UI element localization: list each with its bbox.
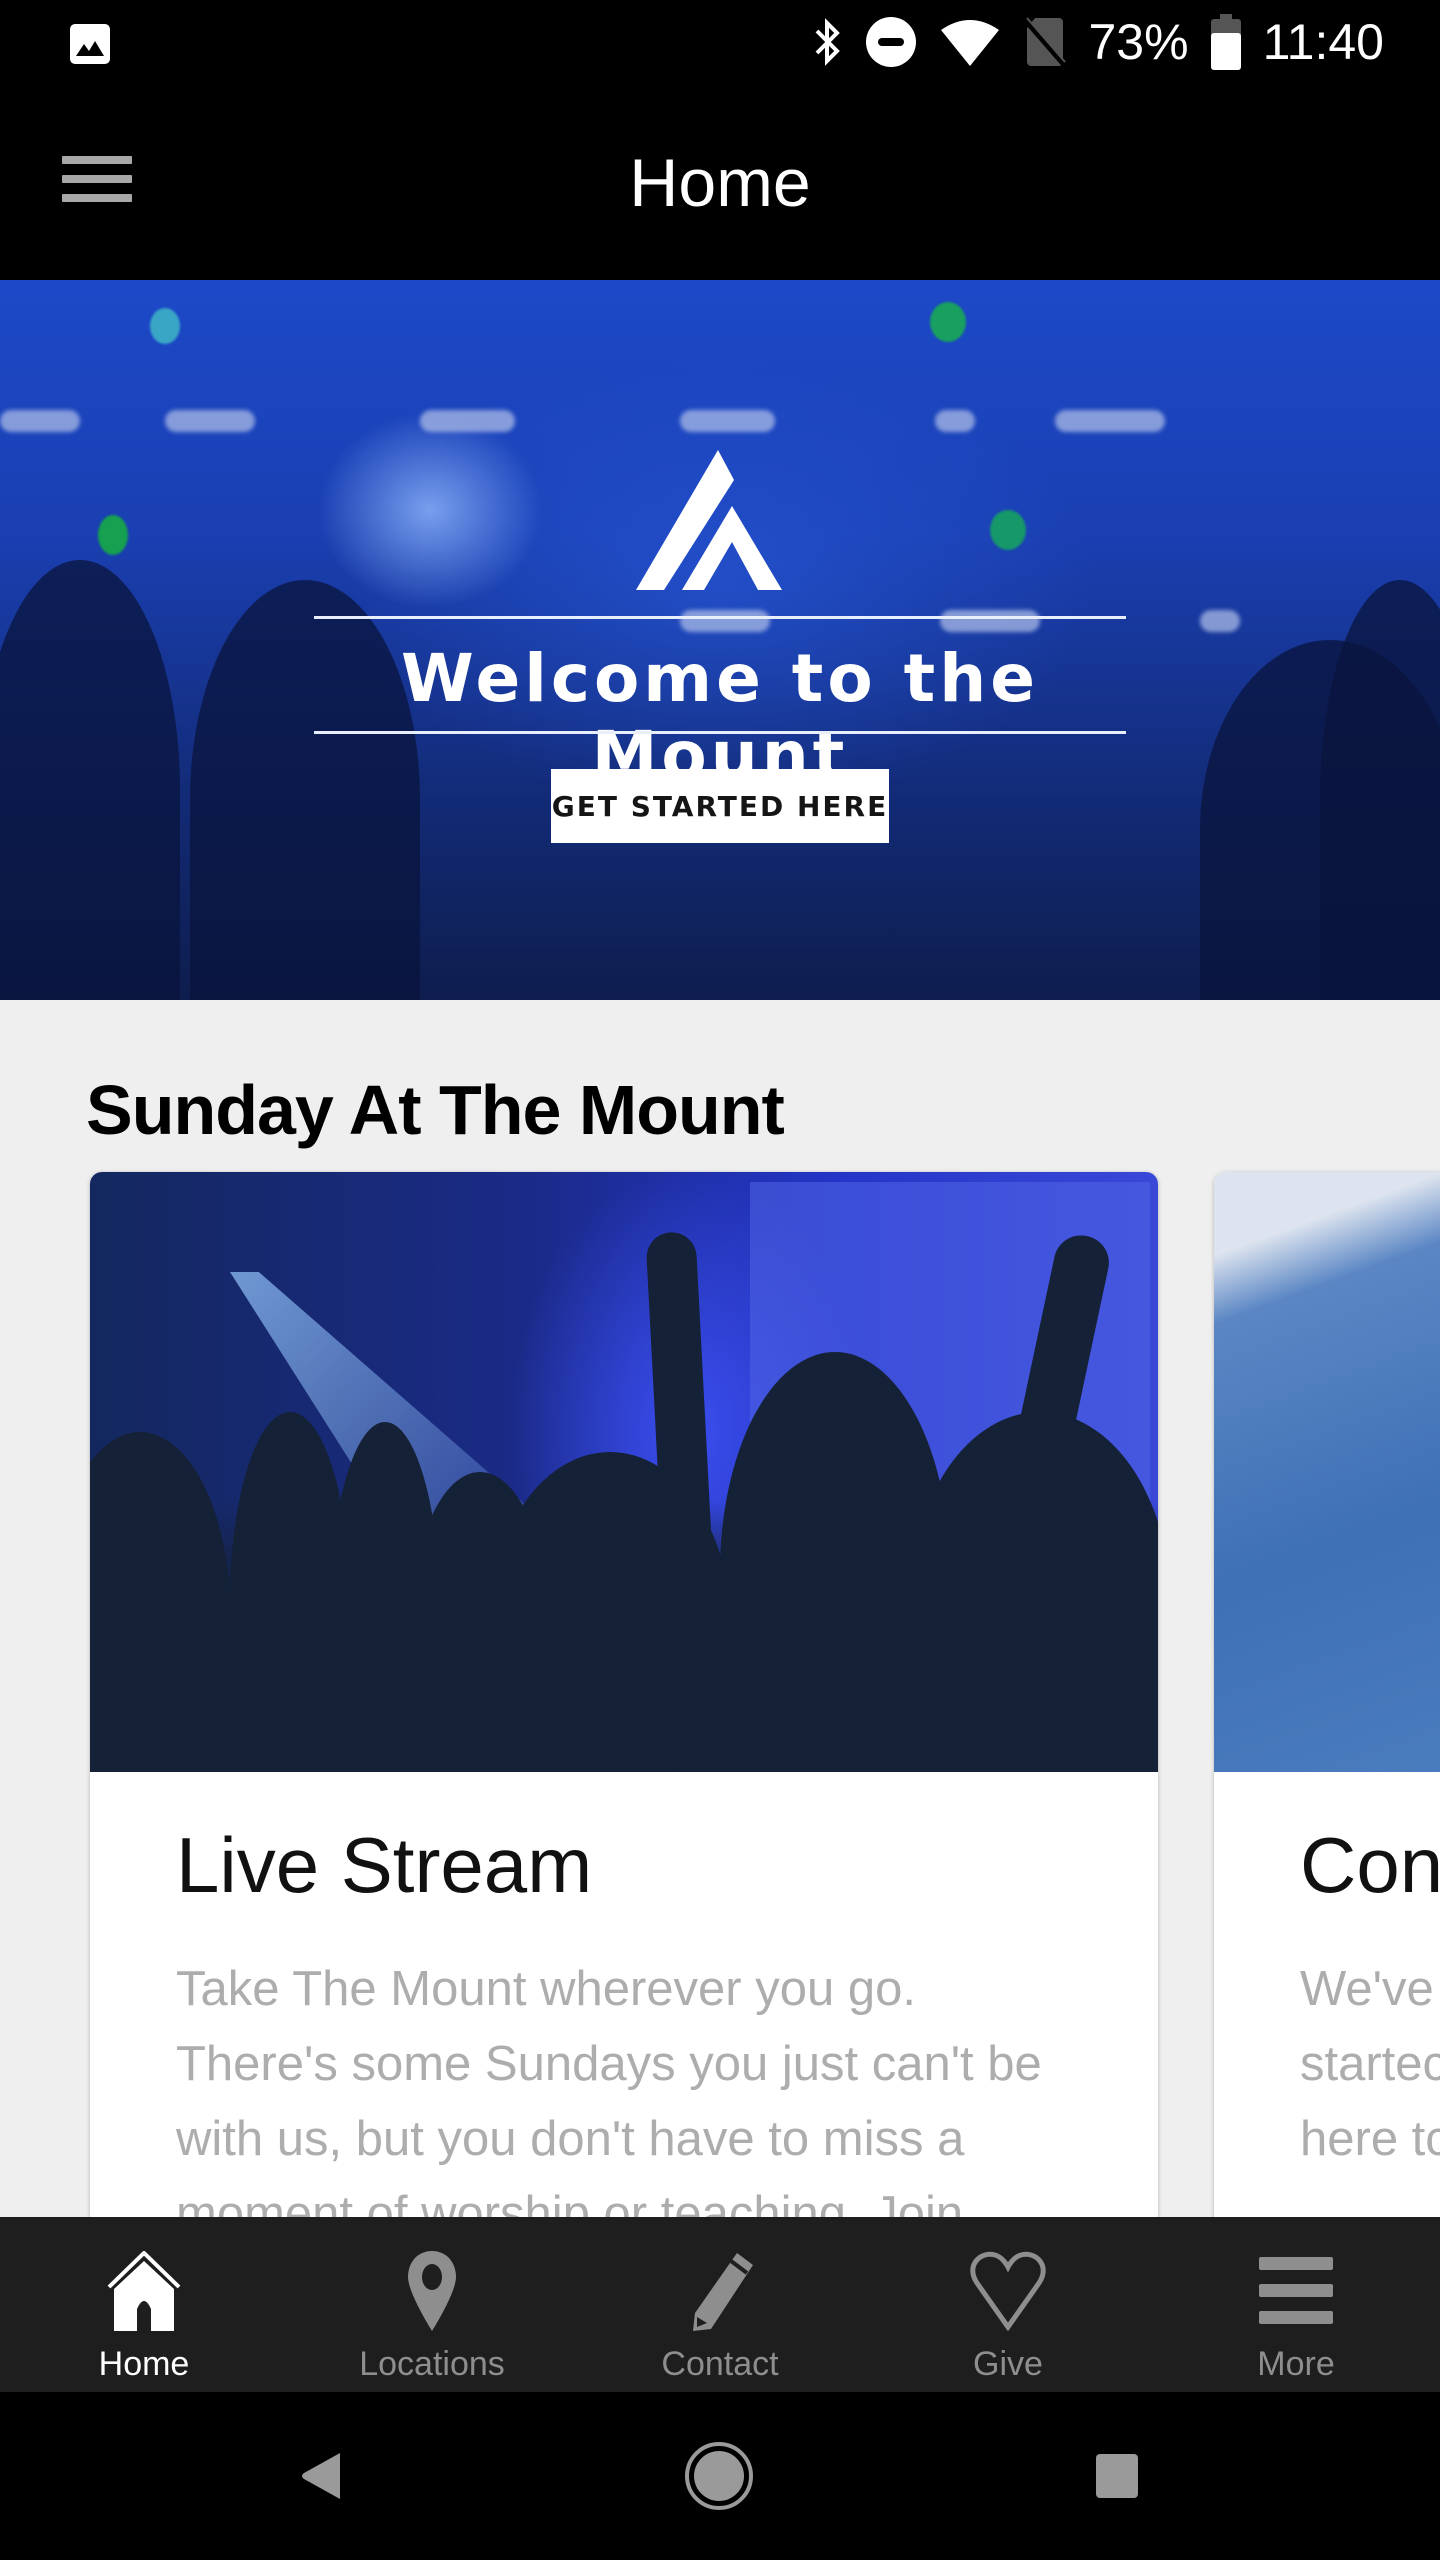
decor-light xyxy=(935,410,975,432)
divider xyxy=(314,731,1126,734)
tab-more[interactable]: More xyxy=(1152,2217,1440,2392)
section-title: Sunday At The Mount xyxy=(86,1071,785,1149)
tab-label: Locations xyxy=(359,2345,505,2383)
image-notification-icon xyxy=(70,24,110,64)
tab-home[interactable]: Home xyxy=(0,2217,288,2392)
decor-light xyxy=(98,515,128,555)
card-description-line: startec xyxy=(1300,2037,1440,2091)
page-title: Home xyxy=(629,145,811,221)
battery-percent: 73% xyxy=(1088,14,1189,70)
decor-light xyxy=(990,510,1026,550)
card-description: We've startec here tc xyxy=(1300,1952,1440,2177)
get-started-button[interactable]: GET STARTED HERE xyxy=(551,769,889,843)
card-image xyxy=(1214,1172,1440,1772)
pencil-icon xyxy=(693,2253,753,2331)
tab-give[interactable]: Give xyxy=(864,2217,1152,2392)
home-icon xyxy=(107,2251,181,2331)
decor-light xyxy=(420,410,515,432)
tab-label: More xyxy=(1257,2345,1335,2383)
home-circle-icon[interactable] xyxy=(679,2436,759,2516)
decor-light xyxy=(165,410,255,432)
bottom-tab-bar: Home Locations Contact Give More xyxy=(0,2217,1440,2392)
location-pin-icon xyxy=(408,2251,456,2331)
more-menu-icon xyxy=(1259,2257,1333,2324)
card-live-stream[interactable]: Live Stream Take The Mount wherever you … xyxy=(90,1172,1158,2232)
decor-light xyxy=(930,302,966,342)
mount-logo-icon xyxy=(636,450,782,590)
decor-light xyxy=(680,610,770,632)
no-sim-icon xyxy=(1022,17,1067,68)
decor-light xyxy=(1200,610,1240,632)
decor-light xyxy=(680,410,775,432)
decor-light xyxy=(1055,410,1165,432)
tab-label: Home xyxy=(98,2345,190,2383)
heart-icon xyxy=(970,2251,1046,2331)
clock: 11:40 xyxy=(1262,14,1384,70)
wifi-icon xyxy=(940,20,999,66)
hero-banner[interactable]: Welcome to the Mount GET STARTED HERE xyxy=(0,280,1440,1000)
do-not-disturb-icon xyxy=(865,17,916,67)
divider xyxy=(314,616,1126,619)
card-title: Live Stream xyxy=(176,1821,593,1909)
card-description-line: We've xyxy=(1300,1962,1434,2016)
battery-icon xyxy=(1210,14,1241,70)
card-description-line: here tc xyxy=(1300,2112,1440,2166)
card-description: Take The Mount wherever you go. There's … xyxy=(176,1962,1042,2232)
card-title: Con xyxy=(1300,1821,1440,1909)
system-nav-bar xyxy=(0,2392,1440,2560)
decor-light xyxy=(0,410,80,432)
tab-contact[interactable]: Contact xyxy=(576,2217,864,2392)
card-image xyxy=(90,1172,1158,1772)
tab-locations[interactable]: Locations xyxy=(288,2217,576,2392)
decor-silhouette xyxy=(90,1432,230,1772)
card-connect[interactable]: Con We've startec here tc xyxy=(1214,1172,1440,2232)
tab-label: Contact xyxy=(661,2345,779,2383)
decor-light xyxy=(150,308,180,344)
back-icon[interactable] xyxy=(282,2436,362,2516)
decor-silhouette xyxy=(0,560,180,1000)
tab-label: Give xyxy=(973,2345,1043,2383)
app-bar: Home xyxy=(0,84,1440,280)
decor-light xyxy=(940,610,1040,632)
bluetooth-icon xyxy=(815,18,840,66)
recents-icon[interactable] xyxy=(1077,2436,1157,2516)
status-bar: 73% 11:40 xyxy=(0,0,1440,84)
